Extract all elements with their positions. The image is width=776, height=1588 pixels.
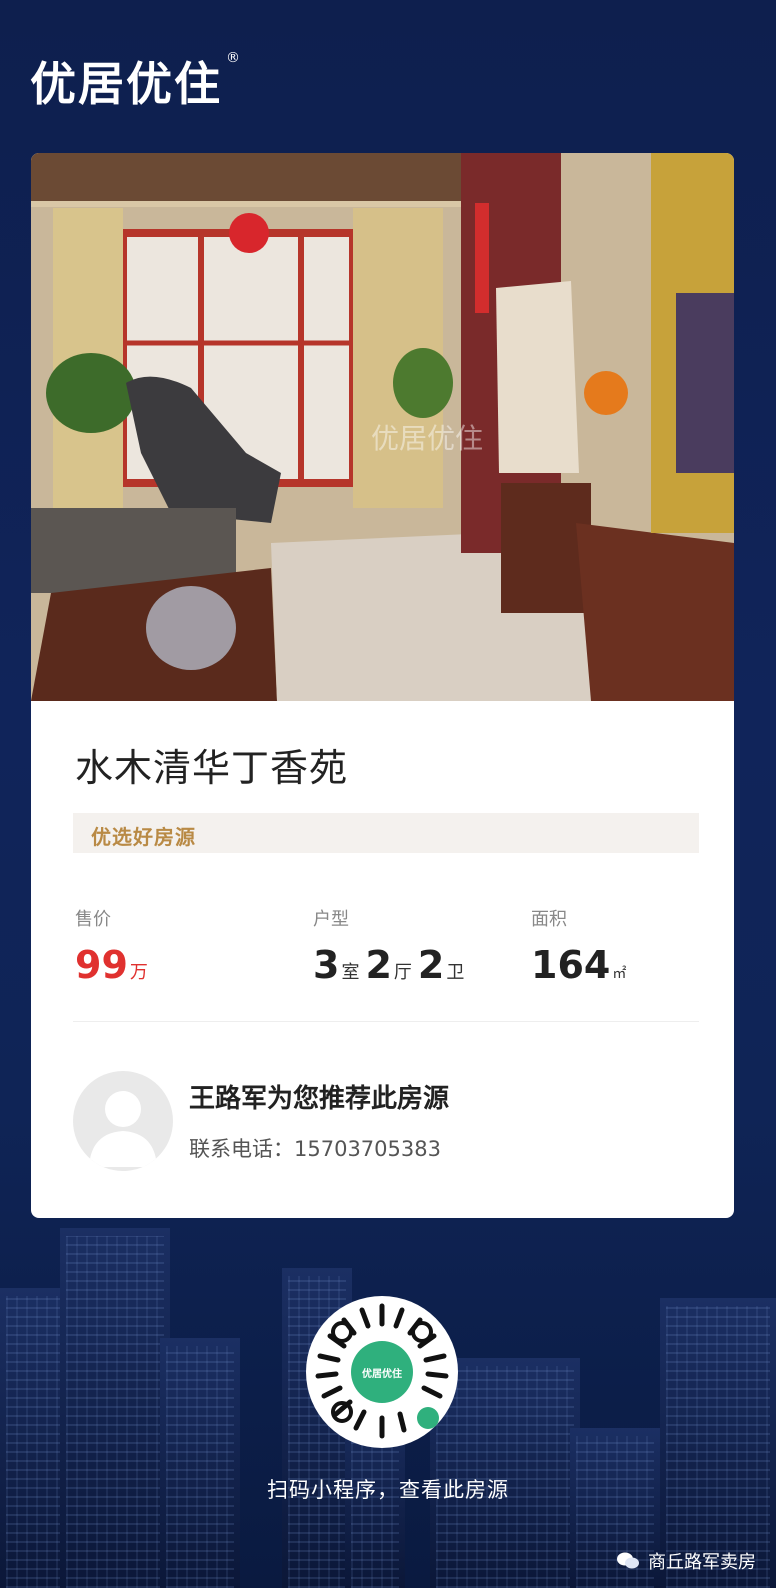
qr-center-label: 优居优住 — [362, 1368, 402, 1380]
brand-logo-text: 优居优住 — [30, 57, 222, 111]
tag-bar: 优选好房源 — [73, 813, 699, 853]
qr-center-logo: 优居优住 — [351, 1341, 413, 1403]
rooms-number: 3 — [313, 943, 340, 987]
listing-card[interactable]: 优居优住 水木清华丁香苑 优选好房源 售价 户型 面积 99 万 3室2厅2卫 1… — [31, 153, 734, 1218]
agent-contact[interactable]: 联系电话：15703705383 — [189, 1133, 441, 1163]
area-value: 164 ㎡ — [531, 943, 632, 987]
layout-label: 户型 — [313, 909, 349, 930]
person-icon — [89, 1091, 157, 1167]
area-label: 面积 — [531, 909, 567, 930]
divider — [73, 1021, 699, 1022]
area-unit: ㎡ — [612, 966, 627, 982]
source-account-name: 商丘路军卖房 — [648, 1552, 756, 1573]
brand-logo: 优居优住 ® — [30, 48, 240, 114]
phone-label: 联系电话： — [189, 1137, 294, 1161]
property-photo: 优居优住 — [31, 153, 734, 701]
agent-avatar[interactable] — [73, 1071, 173, 1171]
price-label: 售价 — [75, 909, 111, 930]
scan-caption: 扫码小程序，查看此房源 — [267, 1478, 509, 1502]
wechat-icon — [617, 1552, 639, 1569]
area-number: 164 — [531, 943, 611, 987]
source-account: 商丘路军卖房 — [616, 1548, 756, 1574]
baths-unit: 卫 — [446, 962, 465, 983]
price-number: 99 — [75, 943, 128, 987]
halls-unit: 厅 — [393, 962, 412, 983]
svg-text:优居优住: 优居优住 — [371, 422, 483, 455]
price-unit: 万 — [129, 962, 148, 983]
layout-value: 3室2厅2卫 — [313, 943, 470, 987]
property-name: 水木清华丁香苑 — [75, 746, 349, 790]
baths-number: 2 — [417, 943, 445, 987]
registered-mark: ® — [226, 50, 240, 66]
mini-program-qr-code[interactable]: 优居优住 — [306, 1296, 458, 1448]
rooms-unit: 室 — [341, 962, 360, 983]
phone-number[interactable]: 15703705383 — [294, 1137, 441, 1161]
agent-recommendation: 王路军为您推荐此房源 — [189, 1084, 450, 1114]
halls-number: 2 — [365, 943, 392, 987]
tag-label: 优选好房源 — [91, 825, 196, 849]
price-value: 99 万 — [75, 943, 154, 987]
